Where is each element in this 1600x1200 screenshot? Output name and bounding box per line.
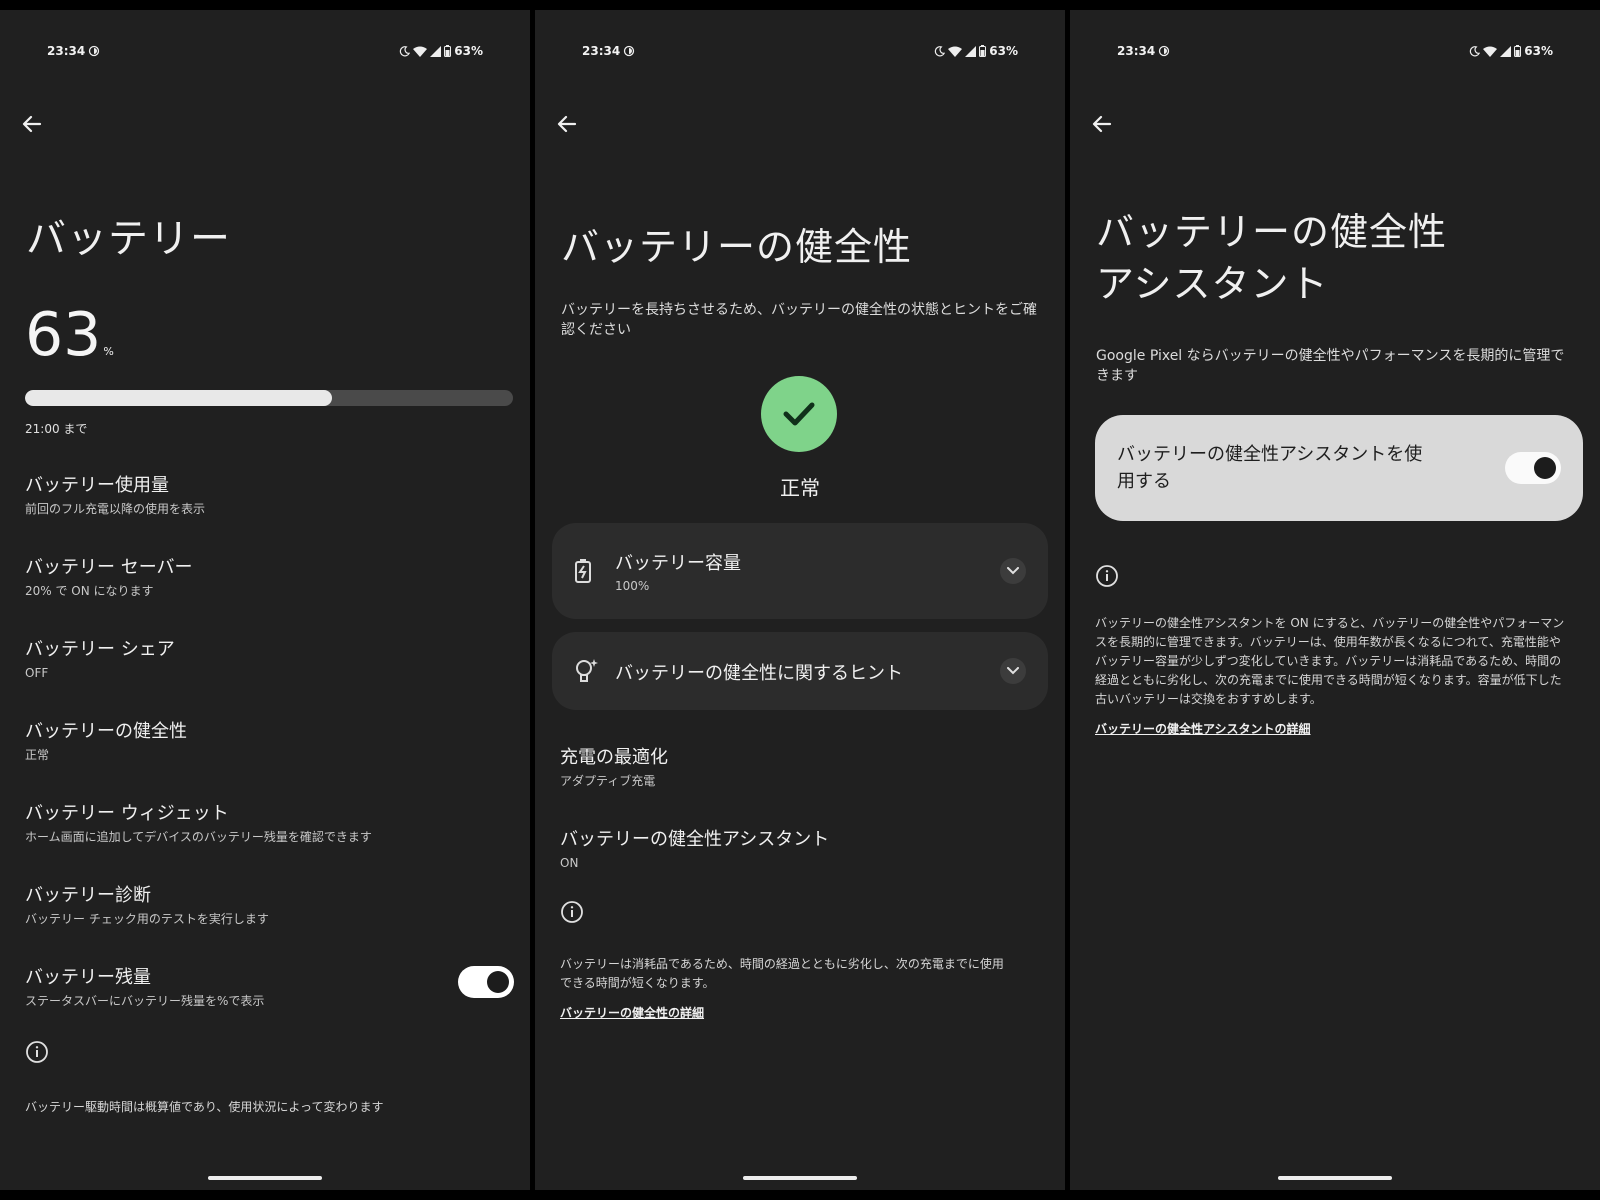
- dnd-icon: [1159, 45, 1170, 57]
- battery-level-unit: %: [103, 345, 114, 358]
- battery-screen: 23:34 63% バッテリー 63% 21:00 まで バッテリー使用量 前回…: [0, 10, 530, 1190]
- moon-icon: [400, 45, 411, 56]
- status-bar: 23:34 63%: [582, 44, 1018, 66]
- moon-icon: [935, 45, 946, 56]
- status-battery-pct: 63%: [454, 44, 483, 58]
- health-details-link[interactable]: バッテリーの健全性の詳細: [560, 1004, 704, 1021]
- battery-icon: [444, 45, 452, 57]
- page-title: バッテリーの健全性: [561, 225, 913, 269]
- status-battery-pct: 63%: [1524, 44, 1553, 58]
- use-assistant-label: バッテリーの健全性アシスタントを使用する: [1117, 444, 1423, 492]
- footer-note: バッテリーは消耗品であるため、時間の経過とともに劣化し、次の充電までに使用できる…: [560, 957, 1004, 990]
- back-arrow-icon[interactable]: [555, 112, 579, 136]
- dnd-icon: [89, 45, 100, 57]
- battery-tips-title: バッテリーの健全性に関するヒント: [615, 663, 903, 684]
- moon-icon: [1470, 45, 1481, 56]
- expand-chevron-icon[interactable]: [1000, 658, 1026, 684]
- footer-note: バッテリーの健全性アシスタントを ON にすると、バッテリーの健全性やパフォーマ…: [1095, 616, 1565, 706]
- expand-chevron-icon[interactable]: [1000, 558, 1026, 584]
- page-title-line1: バッテリーの健全性: [1096, 210, 1448, 254]
- page-title-line2: アシスタント: [1096, 262, 1329, 306]
- footer-note: バッテリー駆動時間は概算値であり、使用状況によって変わります: [25, 1100, 384, 1114]
- back-arrow-icon[interactable]: [20, 112, 44, 136]
- checkmark-icon: [783, 402, 815, 426]
- wifi-icon: [1483, 46, 1498, 57]
- health-status-label: 正常: [780, 476, 820, 500]
- status-bar: 23:34 63%: [47, 44, 483, 66]
- battery-level-fill: [25, 390, 333, 406]
- battery-estimate: 21:00 まで: [25, 422, 88, 436]
- list-item-battery-widget[interactable]: バッテリー ウィジェット ホーム画面に追加してデバイスのバッテリー残量を確認でき…: [25, 802, 505, 846]
- status-time: 23:34: [47, 44, 86, 58]
- lightbulb-icon: [576, 659, 598, 682]
- gesture-bar[interactable]: [1278, 1176, 1392, 1180]
- wifi-icon: [948, 46, 963, 57]
- list-item-charging-optimization[interactable]: 充電の最適化 アダプティブ充電: [560, 746, 1040, 790]
- page-description: バッテリーを長持ちさせるため、バッテリーの健全性の状態とヒントをご確認ください: [561, 302, 1037, 338]
- gesture-bar[interactable]: [208, 1176, 322, 1180]
- list-item-health-assistant[interactable]: バッテリーの健全性アシスタント ON: [560, 828, 1040, 872]
- battery-level-number: 63: [25, 300, 102, 370]
- status-time: 23:34: [582, 44, 621, 58]
- battery-icon: [1514, 45, 1522, 57]
- list-item-battery-usage[interactable]: バッテリー使用量 前回のフル充電以降の使用を表示: [25, 474, 505, 518]
- gesture-bar[interactable]: [743, 1176, 857, 1180]
- signal-icon: [430, 45, 442, 57]
- health-status-badge: [761, 376, 837, 452]
- page-title: バッテリーの健全性 アシスタント: [1096, 206, 1447, 310]
- page-description: Google Pixel ならバッテリーの健全性やパフォーマンスを長期的に管理で…: [1096, 348, 1565, 384]
- battery-capacity-value: 100%: [615, 579, 650, 593]
- battery-level: 63%: [25, 300, 114, 387]
- use-assistant-toggle[interactable]: [1505, 452, 1561, 484]
- list-item-battery-diagnostics[interactable]: バッテリー診断 バッテリー チェック用のテストを実行します: [25, 884, 505, 928]
- signal-icon: [965, 45, 977, 57]
- info-icon: [1096, 565, 1118, 587]
- use-assistant-card[interactable]: バッテリーの健全性アシスタントを使用する: [1095, 415, 1583, 521]
- status-bar: 23:34 63%: [1117, 44, 1553, 66]
- back-arrow-icon[interactable]: [1090, 112, 1114, 136]
- battery-capacity-title: バッテリー容量: [615, 553, 741, 574]
- info-icon: [26, 1041, 48, 1063]
- battery-capacity-card[interactable]: バッテリー容量 100%: [552, 523, 1048, 619]
- assistant-details-link[interactable]: バッテリーの健全性アシスタントの詳細: [1095, 720, 1311, 737]
- wifi-icon: [413, 46, 428, 57]
- list-item-battery-saver[interactable]: バッテリー セーバー 20% で ON になります: [25, 556, 505, 600]
- list-item-battery-share[interactable]: バッテリー シェア OFF: [25, 638, 505, 682]
- info-icon: [561, 901, 583, 923]
- battery-level-bar: [25, 390, 513, 406]
- list-item-battery-percentage[interactable]: バッテリー残量 ステータスバーにバッテリー残量を%で表示: [25, 966, 430, 1010]
- status-time: 23:34: [1117, 44, 1156, 58]
- health-assistant-screen: 23:34 63% バッテリーの健全性 アシスタント Google Pixel …: [1070, 10, 1600, 1190]
- battery-percentage-toggle[interactable]: [458, 966, 514, 998]
- list-item-battery-health[interactable]: バッテリーの健全性 正常: [25, 720, 505, 764]
- battery-tips-card[interactable]: バッテリーの健全性に関するヒント: [552, 632, 1048, 710]
- signal-icon: [1500, 45, 1512, 57]
- status-battery-pct: 63%: [989, 44, 1018, 58]
- battery-health-screen: 23:34 63% バッテリーの健全性 バッテリーを長持ちさせるため、バッテリー…: [535, 10, 1065, 1190]
- battery-charging-icon: [575, 559, 591, 583]
- dnd-icon: [624, 45, 635, 57]
- battery-icon: [979, 45, 987, 57]
- page-title: バッテリー: [26, 216, 231, 262]
